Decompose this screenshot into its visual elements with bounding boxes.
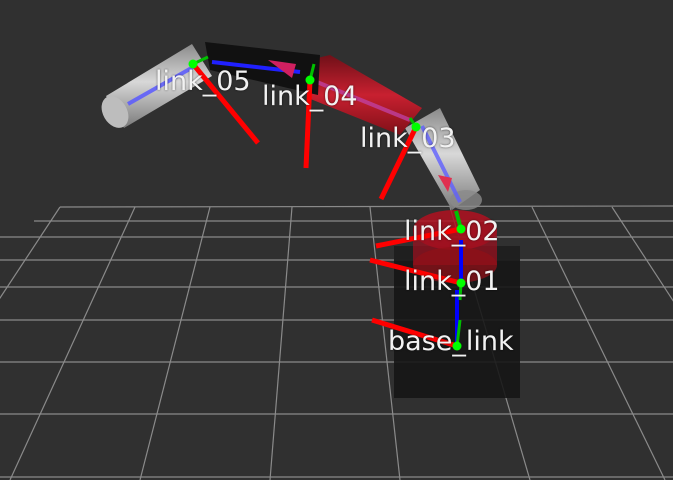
frame-label-link-01: link_01 (404, 266, 500, 297)
3d-viewport[interactable]: link_05 link_04 link_03 link_02 link_01 … (0, 0, 673, 480)
frame-label-link-02: link_02 (404, 216, 500, 247)
frame-label-link-03: link_03 (360, 123, 456, 154)
robot-scene[interactable] (0, 0, 673, 480)
frame-label-link-04: link_04 (262, 81, 358, 112)
ground-grid (0, 205, 673, 480)
frame-label-base-link: base_link (388, 326, 514, 357)
frame-label-link-05: link_05 (155, 66, 251, 97)
